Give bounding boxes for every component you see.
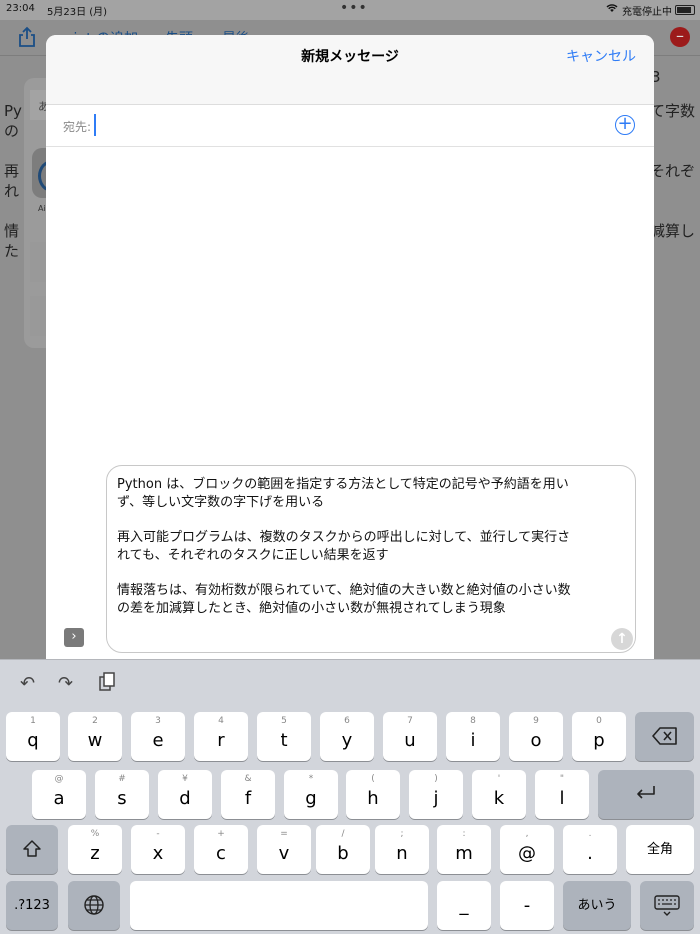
message-paragraph: 再入可能プログラムは、複数のタスクからの呼出しに対して、並行して実行さ れても、… (117, 529, 621, 565)
key-t[interactable]: 5t (257, 712, 311, 761)
key-r[interactable]: 4r (194, 712, 248, 761)
key-k[interactable]: ' k (472, 770, 526, 819)
new-message-sheet: 新規メッセージ キャンセル 宛先: + › Python は、ブロックの範囲を指… (46, 35, 654, 660)
bg-text: れ (4, 182, 20, 200)
key-g[interactable]: * g (284, 770, 338, 819)
wifi-icon (606, 3, 618, 16)
kana-key[interactable]: あいう (563, 881, 631, 930)
message-body-area[interactable] (46, 147, 654, 459)
return-icon (637, 786, 655, 799)
send-icon[interactable]: ↑ (611, 628, 633, 650)
message-input[interactable]: Python は、ブロックの範囲を指定する方法として特定の記号や予約語を用い ず… (106, 465, 636, 653)
key-n[interactable]: ; n (375, 825, 429, 874)
bg-text: 情 (4, 222, 20, 240)
key-l[interactable]: " l (535, 770, 589, 819)
redo-icon[interactable]: ↷ (58, 673, 73, 694)
battery-icon (675, 5, 695, 15)
key-s[interactable]: # s (95, 770, 149, 819)
message-line: 再入可能プログラムは、複数のタスクからの呼出しに対して、並行して実行さ (117, 530, 571, 545)
key-d[interactable]: ¥ d (158, 770, 212, 819)
bg-text: た (4, 242, 20, 260)
status-time: 23:04 (6, 3, 35, 14)
return-key[interactable] (598, 770, 694, 819)
key-e[interactable]: 3e (131, 712, 185, 761)
bg-text: 再 (4, 162, 20, 180)
key-j[interactable]: ) j (409, 770, 463, 819)
bg-text: の (4, 122, 20, 140)
status-date: 5月23日 (月) (47, 7, 108, 18)
key-i[interactable]: 8i (446, 712, 500, 761)
recipient-row: 宛先: + (46, 105, 654, 147)
key-h[interactable]: (h (346, 770, 400, 819)
charge-status: 充電停止中 (622, 7, 672, 18)
key-x[interactable]: -x (131, 825, 185, 874)
shift-icon (23, 840, 41, 857)
cancel-button[interactable]: キャンセル (566, 46, 636, 66)
shift-key[interactable] (6, 825, 58, 874)
key-at[interactable]: , @ (500, 825, 554, 874)
bg-text: 減算し (650, 222, 696, 240)
message-line: れても、それぞれのタスクに正しい結果を返す (117, 548, 389, 563)
key-w[interactable]: 2w (68, 712, 122, 761)
add-contact-icon[interactable]: + (615, 115, 635, 135)
key-b[interactable]: / b (316, 825, 370, 874)
key-q[interactable]: 1q (6, 712, 60, 761)
key-y[interactable]: 6y (320, 712, 374, 761)
bg-text: て字数 (650, 102, 696, 120)
message-line: Python は、ブロックの範囲を指定する方法として特定の記号や予約語を用い (117, 477, 569, 492)
undo-icon[interactable]: ↶ (20, 673, 35, 694)
share-icon (17, 26, 37, 48)
bg-text: それぞ (650, 162, 696, 180)
close-icon: – (670, 27, 690, 47)
key-p[interactable]: 0p (572, 712, 626, 761)
key-f[interactable]: & f (221, 770, 275, 819)
keyboard-dismiss-icon (654, 895, 680, 916)
key-o[interactable]: 9o (509, 712, 563, 761)
key-v[interactable]: = v (257, 825, 311, 874)
recipient-input[interactable] (94, 114, 594, 136)
dismiss-keyboard-key[interactable] (640, 881, 694, 930)
key-period[interactable]: .. (563, 825, 617, 874)
keyboard: ↶ ↷ 1q 2w 3e 4r 5t 6y 7u 8i 9o 0p @ a # s … (0, 659, 700, 934)
globe-key[interactable] (68, 881, 120, 930)
message-paragraph: Python は、ブロックの範囲を指定する方法として特定の記号や予約語を用い ず… (117, 476, 621, 512)
backspace-key[interactable] (635, 712, 694, 761)
bg-text: Py (4, 102, 22, 120)
number-switch-key[interactable]: .?123 (6, 881, 58, 930)
sheet-header: 新規メッセージ キャンセル (46, 35, 654, 105)
key-z[interactable]: % z (68, 825, 122, 874)
space-key[interactable] (130, 881, 428, 930)
key-u[interactable]: 7u (383, 712, 437, 761)
backspace-icon (651, 727, 677, 745)
sheet-title: 新規メッセージ (301, 49, 399, 65)
message-line: ず、等しい文字数の字下げを用いる (117, 495, 325, 510)
underscore-key[interactable]: _ (437, 881, 491, 930)
to-label: 宛先: (63, 120, 92, 134)
key-a[interactable]: @ a (32, 770, 86, 819)
key-m[interactable]: :m (437, 825, 491, 874)
expand-apps-icon[interactable]: › (64, 628, 84, 647)
status-bar: 23:04 5月23日 (月) ••• 充電停止中 (0, 0, 700, 20)
message-line: の差を加減算したとき、絶対値の小さい数が無視されてしまう現象 (117, 601, 506, 616)
full-width-key[interactable]: 全角 (626, 825, 694, 874)
hyphen-key[interactable]: - (500, 881, 554, 930)
message-line: 情報落ちは、有効桁数が限られていて、絶対値の大きい数と絶対値の小さい数 (117, 583, 571, 598)
bg-app-label: Ai (38, 204, 46, 213)
multitasking-dots[interactable]: ••• (340, 0, 368, 16)
message-paragraph: 情報落ちは、有効桁数が限られていて、絶対値の大きい数と絶対値の小さい数 の差を加… (117, 582, 621, 618)
globe-icon (84, 895, 104, 915)
clipboard-icon[interactable] (98, 672, 116, 697)
key-c[interactable]: + c (194, 825, 248, 874)
